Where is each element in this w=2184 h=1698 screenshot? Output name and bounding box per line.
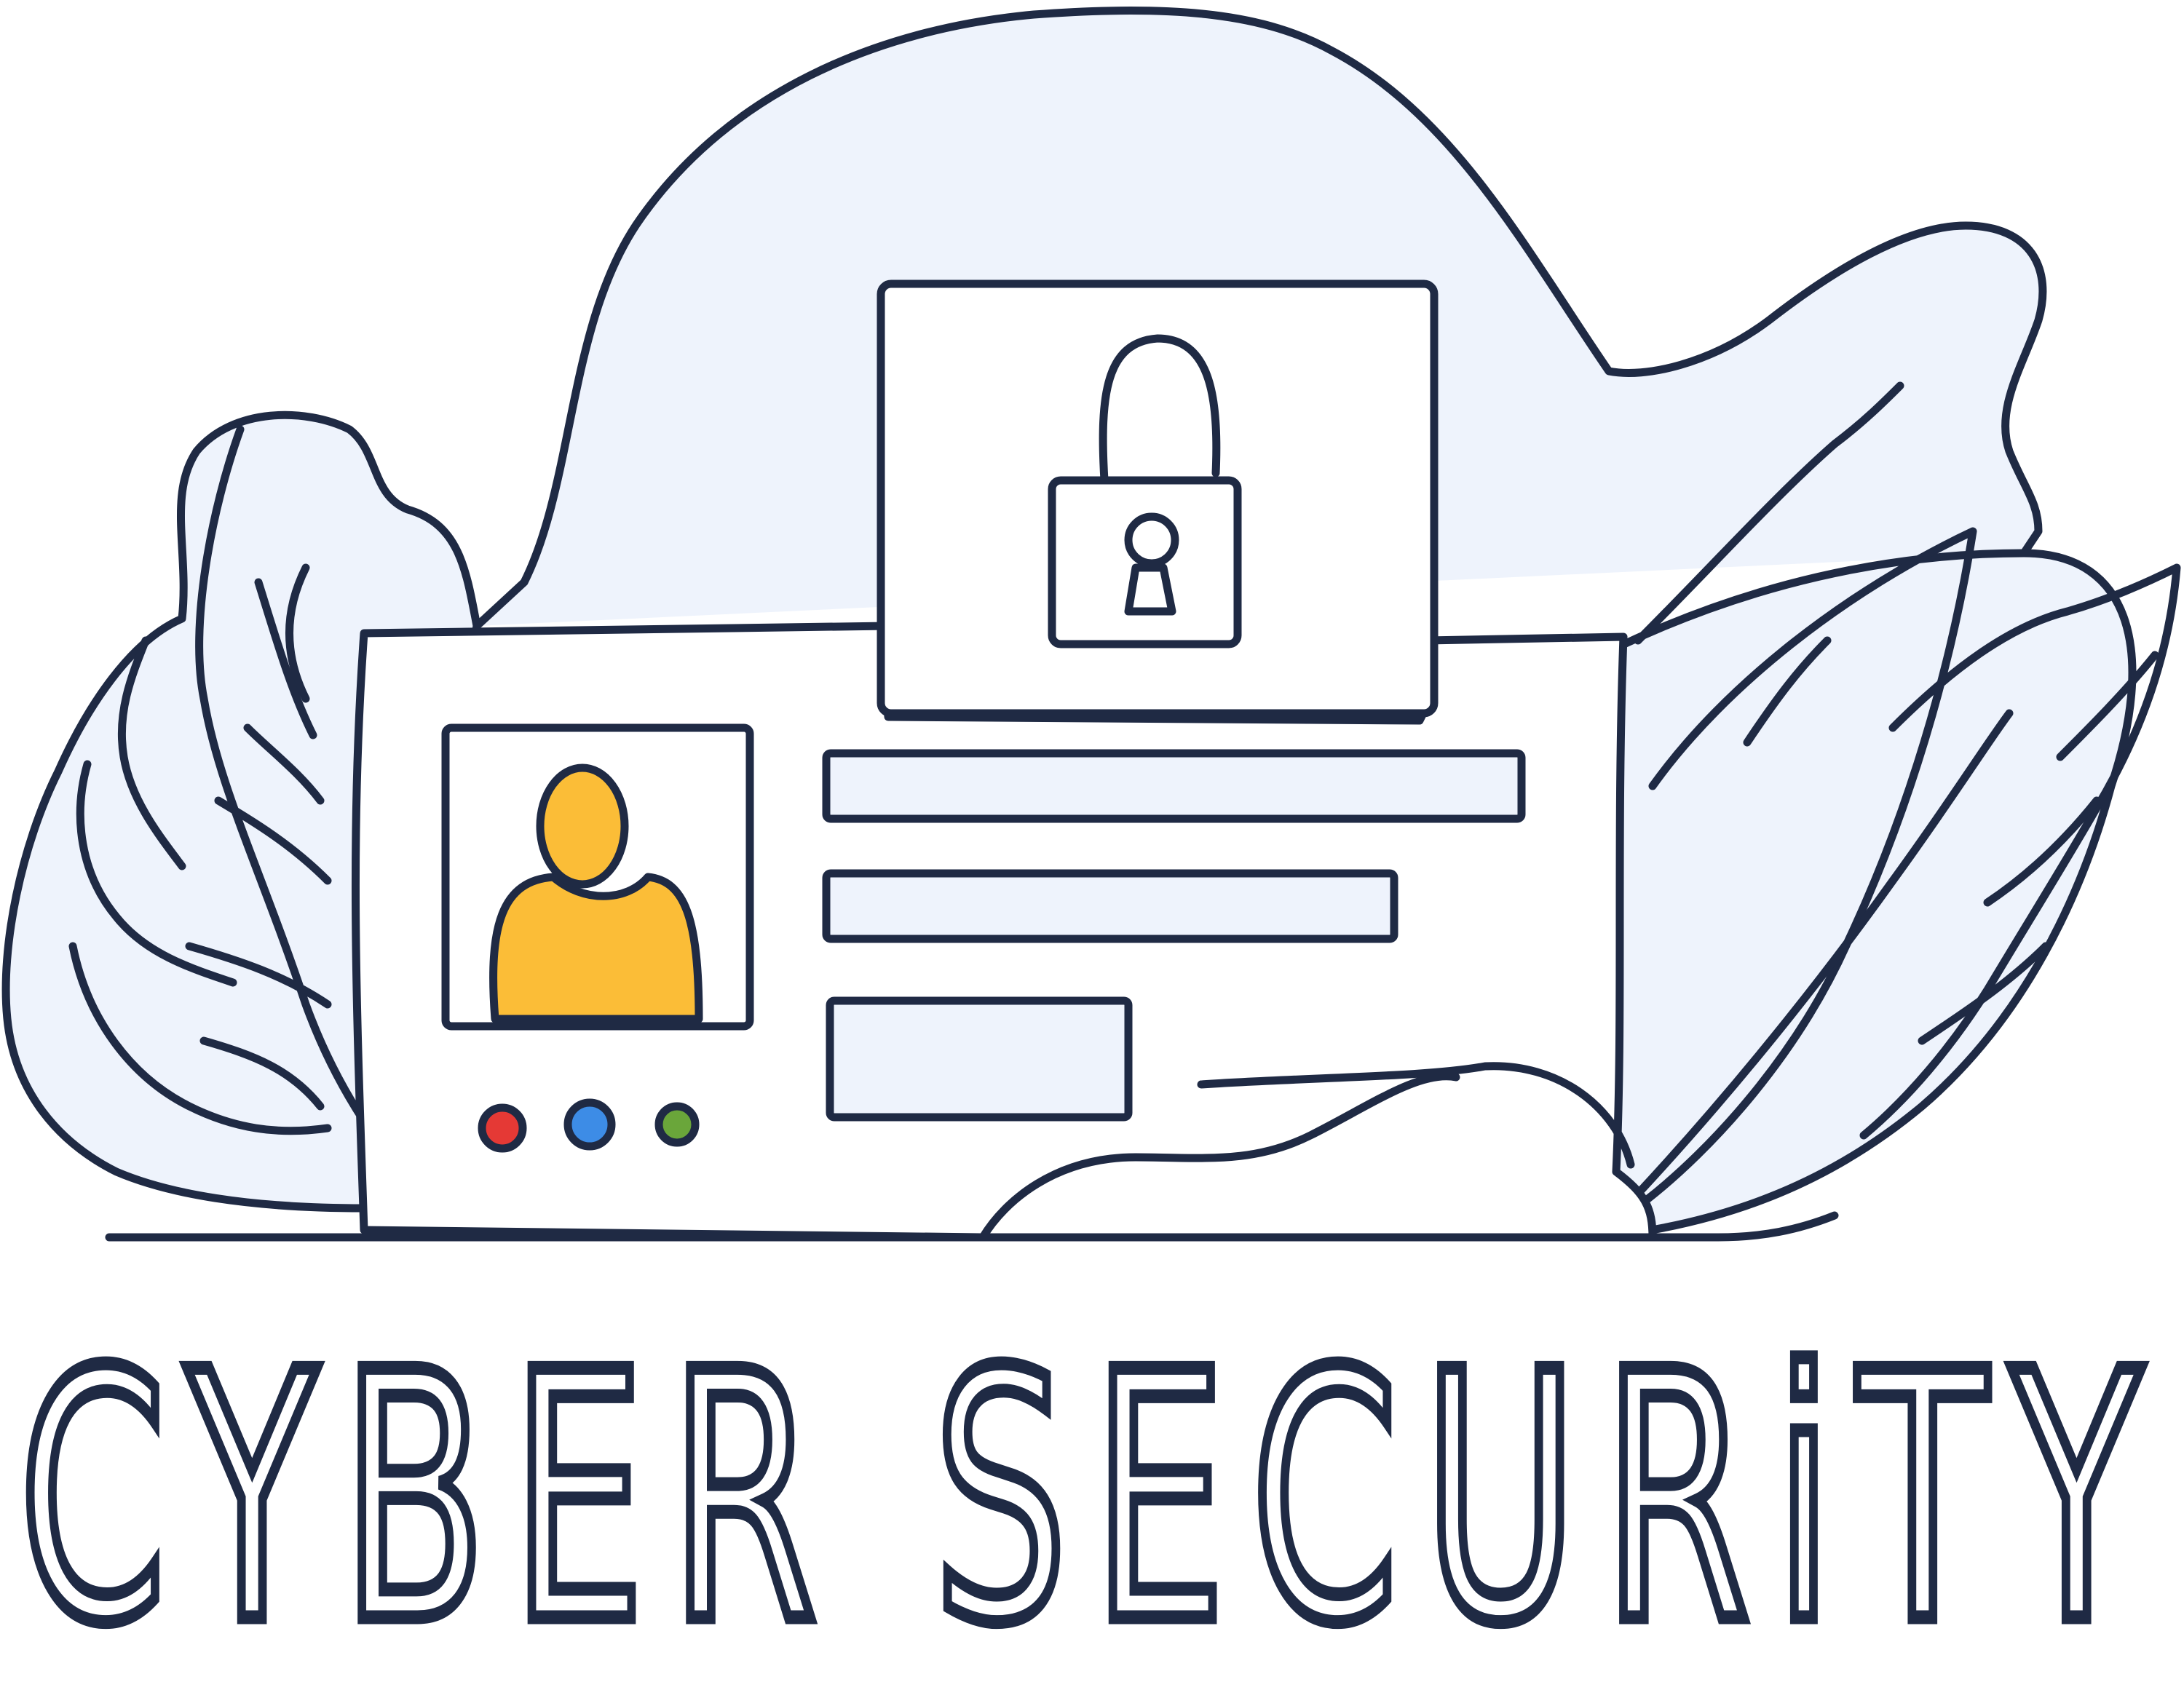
form-field-1 (822, 749, 1526, 823)
cyber-security-illustration (1, 6, 2181, 1242)
form-field-2 (822, 869, 1398, 943)
caption-title: CYBER SECURiTY (14, 1300, 2166, 1698)
status-dot-red-icon (478, 1103, 527, 1153)
status-dot-green-icon (654, 1102, 700, 1147)
status-dot-blue-icon (563, 1098, 616, 1151)
form-field-3 (826, 996, 1133, 1122)
